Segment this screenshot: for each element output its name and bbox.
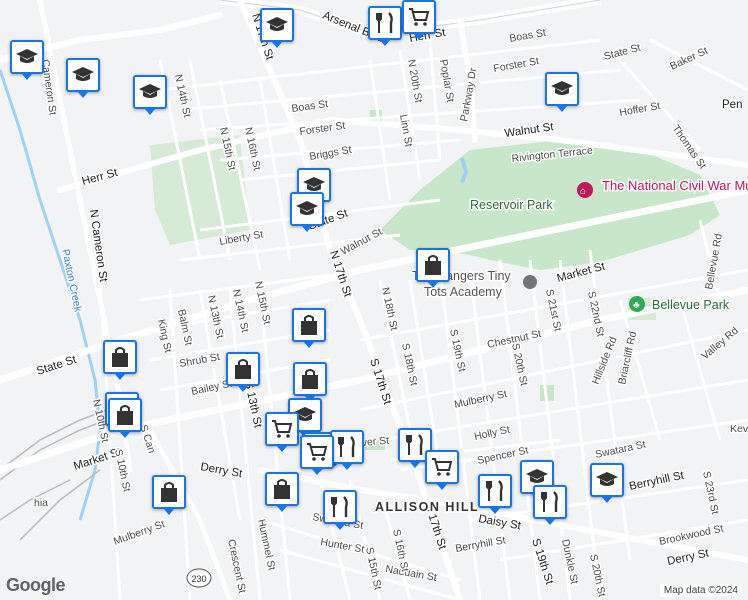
- restaurant-marker[interactable]: [533, 485, 567, 525]
- street-label-kev: Kev: [730, 423, 748, 435]
- graduation-cap-icon: [138, 80, 162, 104]
- bellevue-park-label: Bellevue Park: [652, 298, 730, 312]
- shopping-bag-marker[interactable]: [108, 398, 142, 438]
- street-label-river-st: ver St: [361, 435, 389, 449]
- shopping-bag-marker[interactable]: [292, 308, 326, 348]
- fork-knife-icon: [403, 433, 427, 457]
- fork-knife-icon: [538, 490, 562, 514]
- reservoir-park-label: Reservoir Park: [470, 198, 553, 212]
- shopping-bag-marker[interactable]: [152, 475, 186, 515]
- restaurant-marker[interactable]: [478, 474, 512, 514]
- map-canvas[interactable]: Arsenal Blvd Herr St Boas St Forster St …: [0, 0, 748, 600]
- graduation-cap-icon: [295, 197, 319, 221]
- shopping-bag-marker[interactable]: [416, 248, 450, 288]
- restaurant-marker[interactable]: [330, 430, 364, 470]
- museum-label: The National Civil War Museum: [602, 178, 748, 193]
- shopping-bag-icon: [298, 367, 322, 391]
- shopping-bag-marker[interactable]: [265, 472, 299, 512]
- shopping-bag-marker[interactable]: [103, 340, 137, 380]
- shopping-cart-icon: [407, 5, 431, 29]
- district-label-allison-hill: ALLISON HILL: [375, 500, 479, 514]
- graduation-cap-icon: [71, 63, 95, 87]
- academy-pin[interactable]: [523, 275, 537, 289]
- graduation-cap-marker[interactable]: [10, 40, 44, 80]
- tree-icon: ♣: [633, 300, 640, 311]
- grocery-cart-marker[interactable]: [300, 435, 334, 475]
- graduation-cap-marker[interactable]: [133, 75, 167, 115]
- street-label-pen: Pen: [722, 99, 742, 111]
- shopping-bag-icon: [113, 403, 137, 427]
- route-230-label: 230: [191, 574, 206, 584]
- fork-knife-icon: [373, 11, 397, 35]
- google-logo: Google: [6, 575, 66, 595]
- graduation-cap-marker[interactable]: [590, 463, 624, 503]
- graduation-cap-marker[interactable]: [260, 8, 294, 48]
- graduation-cap-icon: [550, 77, 574, 101]
- museum-icon: ⌂: [580, 186, 586, 197]
- map-attribution[interactable]: Map data ©2024: [659, 584, 742, 597]
- shopping-bag-icon: [297, 313, 321, 337]
- restaurant-marker[interactable]: [368, 6, 402, 46]
- fork-knife-icon: [483, 479, 507, 503]
- shopping-cart-icon: [270, 417, 294, 441]
- fork-knife-icon: [328, 495, 352, 519]
- route-230-shield: 230: [186, 568, 212, 588]
- graduation-cap-marker[interactable]: [545, 72, 579, 112]
- graduation-cap-icon: [265, 13, 289, 37]
- street-label-hia: hia: [34, 497, 48, 509]
- shopping-bag-marker[interactable]: [226, 352, 260, 392]
- shopping-bag-icon: [231, 357, 255, 381]
- graduation-cap-icon: [15, 45, 39, 69]
- restaurant-marker[interactable]: [323, 490, 357, 530]
- fork-knife-icon: [335, 435, 359, 459]
- shopping-bag-icon: [108, 345, 132, 369]
- shopping-cart-icon: [305, 440, 329, 464]
- grocery-cart-marker[interactable]: [402, 0, 436, 40]
- shopping-cart-icon: [430, 455, 454, 479]
- shopping-bag-marker[interactable]: [293, 362, 327, 402]
- shopping-bag-icon: [421, 253, 445, 277]
- shopping-bag-icon: [157, 480, 181, 504]
- graduation-cap-marker[interactable]: [66, 58, 100, 98]
- graduation-cap-marker[interactable]: [290, 192, 324, 232]
- graduation-cap-icon: [595, 468, 619, 492]
- grocery-cart-marker[interactable]: [265, 412, 299, 452]
- grocery-cart-marker[interactable]: [425, 450, 459, 490]
- shopping-bag-icon: [270, 477, 294, 501]
